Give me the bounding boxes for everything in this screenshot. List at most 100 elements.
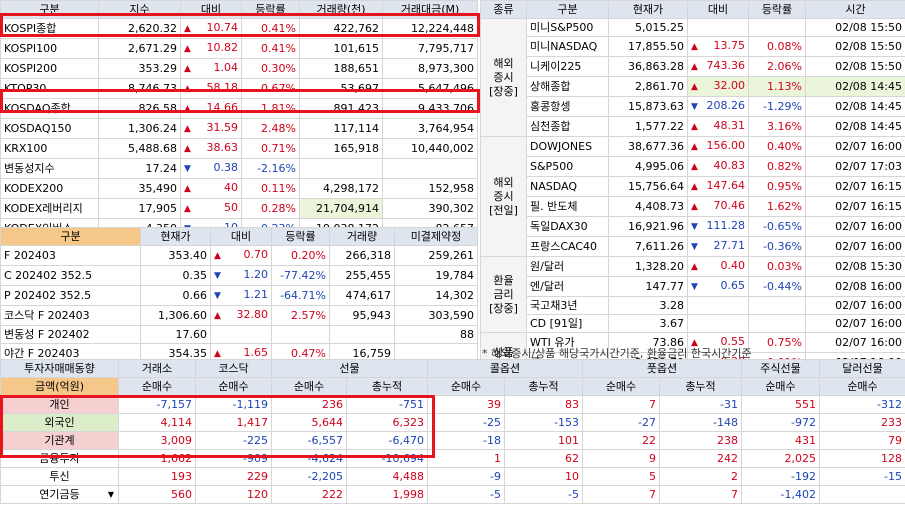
- table-row[interactable]: 엔/달러147.77 0.65-0.44%02/08 16:00: [481, 276, 905, 297]
- row-name: KRX100: [0, 138, 99, 159]
- up-triangle-icon: [184, 120, 191, 138]
- change-value: 40.83: [713, 159, 746, 172]
- table-row[interactable]: 변동성지수17.24 0.38-2.16%: [0, 158, 478, 179]
- volume: 422,762: [299, 18, 383, 39]
- up-triangle-icon: [184, 60, 191, 78]
- change-value: 31.59: [206, 121, 239, 134]
- table-row[interactable]: 외국인 4,114 1,417 5,644 6,323 -25 -153 -27 -148 -97…: [0, 413, 905, 432]
- table-row[interactable]: 해외 증시 [장중] 미니S&P500 5,015.25 02/08 15:50: [480, 18, 905, 137]
- change-cell: 208.26: [687, 96, 749, 117]
- index-value: 2,620.32: [98, 18, 181, 39]
- column-header: 선물: [271, 359, 428, 378]
- table-row[interactable]: P 202402 352.50.66 1.21-64.71%474,61714,3…: [0, 285, 478, 306]
- column-header: 대비: [210, 227, 272, 246]
- change-rate: 0.08%: [748, 36, 806, 57]
- dropdown-arrow-icon[interactable]: ▼: [108, 487, 114, 503]
- table-row[interactable]: KRX1005,488.68 38.630.71%165,91810,440,00…: [0, 138, 478, 159]
- volume: [299, 158, 383, 179]
- market-dashboard: 구분지수대비등락률거래량(천)거래대금(M)KOSPI종합2,620.3210.…: [0, 0, 905, 513]
- price: 147.77: [608, 276, 688, 297]
- table-row[interactable]: 독일DAX3016,921.96 111.28-0.65%02/07 16:00: [481, 216, 905, 237]
- price: 15,756.64: [608, 176, 688, 197]
- price: 16,921.96: [608, 216, 688, 237]
- up-triangle-icon: [691, 158, 698, 176]
- table-row[interactable]: F 202403353.40 0.700.20%266,318259,261: [0, 245, 478, 266]
- table-row[interactable]: 국고채3년 3.28 02/07 16:00: [481, 296, 905, 315]
- table-row[interactable]: KTOP308,746.73 58.180.67%53,6975,647,496: [0, 78, 478, 99]
- table-row[interactable]: 상해종합2,861.70 32.001.13%02/08 14:45: [481, 76, 905, 97]
- change-cell: 70.46: [687, 196, 749, 217]
- group-label-line: [장중]: [489, 84, 518, 98]
- change-cell: 32.00: [687, 76, 749, 97]
- amount: 3,764,954: [382, 118, 478, 139]
- value-cell: 39: [427, 395, 505, 414]
- index-value: 5,488.68: [98, 138, 181, 159]
- table-row[interactable]: KODEX20035,490 400.11%4,298,172152,958: [0, 178, 478, 199]
- row-name: 미니S&P500: [526, 18, 609, 37]
- value-cell: 9: [582, 449, 660, 468]
- row-name: 코스닥 F 202403: [0, 305, 141, 326]
- value-cell: -751: [346, 395, 428, 414]
- table-row[interactable]: 변동성 F 202402 17.60 88: [0, 325, 478, 344]
- table-row[interactable]: S&P5004,995.06 40.830.82%02/07 17:03: [481, 156, 905, 177]
- index-value: 2,671.29: [98, 38, 181, 59]
- value-cell: 7: [582, 395, 660, 414]
- time: 02/07 16:15: [805, 176, 905, 197]
- table-row[interactable]: 미니NASDAQ17,855.50 13.750.08%02/08 15:50: [481, 36, 905, 57]
- table-row[interactable]: NASDAQ15,756.64 147.640.95%02/07 16:15: [481, 176, 905, 197]
- group-label: 환율 금리 [장중]: [480, 256, 527, 333]
- table-row[interactable]: C 202402 352.50.35 1.20-77.42%255,45519,7…: [0, 265, 478, 286]
- price: 3.28: [608, 296, 688, 315]
- price: 1,577.22: [608, 116, 688, 137]
- column-header: 대비: [180, 0, 242, 19]
- change-value: 156.00: [706, 139, 746, 152]
- table-row[interactable]: KOSPI종합2,620.32 10.740.41%422,76212,224,4…: [0, 18, 478, 39]
- value-cell: 1,998: [346, 485, 428, 504]
- table-row[interactable]: KODEX레버리지17,905 500.28%21,704,914390,302: [0, 198, 478, 219]
- value-cell: -15: [819, 467, 905, 486]
- change-rate: 0.03%: [748, 256, 806, 277]
- change-value: 1.21: [243, 288, 269, 301]
- change-value: 14.66: [206, 101, 239, 114]
- table-row[interactable]: CD [91일] 3.67 02/07 16:00: [481, 314, 905, 333]
- table-row[interactable]: 연기금등 ▼ 560 120 222 1,998 -5 -5 7 7 -1,402: [0, 485, 905, 504]
- change-cell: 1.20: [210, 265, 272, 286]
- change-rate: [748, 296, 806, 315]
- table-row[interactable]: 홍콩항셍15,873.63 208.26-1.29%02/08 14:45: [481, 96, 905, 117]
- table-row[interactable]: 개인 -7,157 -1,119 236 -751 39 83 7 -31 551 -312: [0, 395, 905, 414]
- change-cell: 0.40: [687, 256, 749, 277]
- column-header: 순매수: [427, 377, 505, 396]
- volume: 117,114: [299, 118, 383, 139]
- table-row[interactable]: 금융투자 1,662 -909 -4,624 -10,694 1 62 9 242 2,025 12…: [0, 449, 905, 468]
- down-triangle-icon: [691, 278, 698, 296]
- table-row[interactable]: 기관계 3,009 -225 -6,557 -6,470 -18 101 22 238 431 79: [0, 431, 905, 450]
- table-row[interactable]: 투신 193 229 -2,205 4,488 -9 10 5 2 -192 -15: [0, 467, 905, 486]
- change-value: 50: [224, 201, 238, 214]
- amount: 8,973,300: [382, 58, 478, 79]
- row-name: KODEX200: [0, 178, 99, 199]
- table-row[interactable]: KOSDAQ1501,306.24 31.592.48%117,1143,764,…: [0, 118, 478, 139]
- table-row[interactable]: KOSDAQ종합826.58 14.661.81%891,4239,433,706: [0, 98, 478, 119]
- open-interest: 88: [394, 325, 478, 344]
- table-row[interactable]: 환율금리[장중]원/달러1,328.200.400.03%02/08 15:30: [480, 256, 905, 333]
- value-cell: 22: [582, 431, 660, 450]
- value-cell: 233: [819, 413, 905, 432]
- table-row[interactable]: 코스닥 F 2024031,306.60 32.802.57%95,943303,…: [0, 305, 478, 326]
- change-cell: 0.38: [180, 158, 242, 179]
- down-triangle-icon: [691, 218, 698, 236]
- value-cell: -153: [504, 413, 583, 432]
- table-row[interactable]: 해외증시[전일]DOWJONES38,677.36156.000.40%02/0…: [480, 136, 905, 257]
- time: 02/07 16:00: [805, 314, 905, 333]
- row-name: 변동성지수: [0, 158, 99, 179]
- table-row[interactable]: 프랑스CAC407,611.26 27.71-0.36%02/07 16:00: [481, 236, 905, 257]
- table-row[interactable]: 니케이22536,863.28 743.362.06%02/08 15:50: [481, 56, 905, 77]
- price: 1,328.20: [608, 256, 688, 277]
- change-rate: 0.41%: [241, 18, 300, 39]
- table-row[interactable]: KOSPI200353.29 1.040.30%188,6518,973,300: [0, 58, 478, 79]
- price: 15,873.63: [608, 96, 688, 117]
- table-row[interactable]: 심천종합1,577.22 48.313.16%02/08 14:45: [481, 116, 905, 137]
- row-name: KOSPI종합: [0, 18, 99, 39]
- price: 4,408.73: [608, 196, 688, 217]
- table-row[interactable]: 필. 반도체4,408.73 70.461.62%02/07 16:15: [481, 196, 905, 217]
- table-row[interactable]: KOSPI1002,671.29 10.820.41%101,6157,795,7…: [0, 38, 478, 59]
